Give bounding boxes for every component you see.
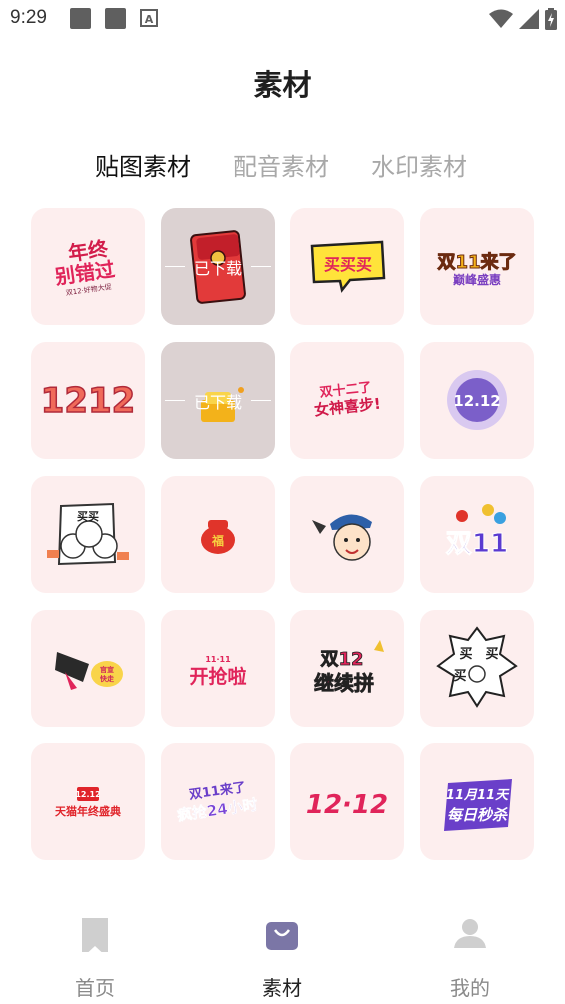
sticker-tile[interactable]: 买 买 买 xyxy=(420,610,534,727)
sticker-tile[interactable]: 双十二了 女神喜步! xyxy=(290,342,404,459)
bottom-nav: 首页 素材 我的 xyxy=(0,900,565,1004)
sticker-image: 12.12 天猫年终盛典 xyxy=(55,787,121,818)
svg-text:开抢啦: 开抢啦 xyxy=(189,665,246,688)
sticker-tile[interactable]: 双11来了 疯抢24小时 xyxy=(161,743,275,860)
nav-label-mine: 我的 xyxy=(450,976,490,1000)
nav-item-mine[interactable]: 我的 xyxy=(410,900,530,1004)
svg-text:每日秒杀: 每日秒杀 xyxy=(447,806,508,824)
notification-a-icon: A xyxy=(140,9,158,27)
sticker-tile[interactable] xyxy=(290,476,404,593)
tab-stickers[interactable]: 贴图素材 xyxy=(95,147,191,182)
sticker-image: 双11来了 巅峰盛惠 xyxy=(437,252,517,288)
sticker-image: 双11 xyxy=(445,504,509,560)
svg-text:巅峰盛惠: 巅峰盛惠 xyxy=(453,272,501,287)
sticker-tile[interactable]: 买买买 xyxy=(290,208,404,325)
sticker-image: 12·12 xyxy=(306,790,388,820)
svg-text:官宣: 官宣 xyxy=(100,665,114,674)
battery-icon xyxy=(545,8,557,30)
tab-bar: 贴图素材 配音素材 水印素材 xyxy=(0,147,565,183)
svg-text:12·12: 12·12 xyxy=(306,790,388,820)
svg-text:双11来了: 双11来了 xyxy=(437,252,516,273)
sticker-image: 买 买 买 xyxy=(436,626,518,708)
wifi-icon xyxy=(489,9,513,28)
svg-text:买: 买 xyxy=(459,647,472,662)
downloaded-label: 已下载 xyxy=(193,393,242,412)
sticker-tile[interactable]: 12.12 xyxy=(420,342,534,459)
svg-text:买: 买 xyxy=(485,647,498,662)
svg-text:疯抢24小时: 疯抢24小时 xyxy=(176,796,259,825)
sticker-tile-downloaded[interactable]: 已下载 xyxy=(161,208,275,325)
sticker-grid: 年终 别错过 双12·好物大促 已下载 买买买 双11来了 巅峰盛惠 1212 … xyxy=(31,208,534,860)
nav-label-home: 首页 xyxy=(75,976,115,1000)
svg-text:双12: 双12 xyxy=(320,649,363,670)
downloaded-label: 已下载 xyxy=(193,259,242,278)
sticker-image: 双11来了 疯抢24小时 xyxy=(176,779,259,825)
sticker-tile[interactable]: 官宣 快走 xyxy=(31,610,145,727)
downloaded-overlay: 已下载 xyxy=(161,342,275,459)
sticker-image: 11·11 开抢啦 xyxy=(189,655,246,688)
svg-text:继续拼: 继续拼 xyxy=(314,671,374,695)
svg-text:买买买: 买买买 xyxy=(324,255,372,274)
nav-item-home[interactable]: 首页 xyxy=(35,900,155,1004)
sticker-image: 双12 继续拼 xyxy=(314,640,384,695)
svg-text:买买: 买买 xyxy=(77,510,99,523)
sticker-tile[interactable]: 双11来了 巅峰盛惠 xyxy=(420,208,534,325)
sticker-tile[interactable]: 双11 xyxy=(420,476,534,593)
svg-text:12.12: 12.12 xyxy=(75,790,100,799)
status-time: 9:29 xyxy=(10,7,47,28)
sticker-image: 买买 xyxy=(47,502,129,566)
svg-text:快走: 快走 xyxy=(100,674,115,683)
sticker-image: 1212 xyxy=(40,380,136,422)
sticker-image: 12.12 xyxy=(447,370,507,430)
notification-icon xyxy=(70,8,91,29)
sticker-tile[interactable]: 11·11 开抢啦 xyxy=(161,610,275,727)
sticker-tile[interactable]: 11月11天 每日秒杀 xyxy=(420,743,534,860)
sticker-tile[interactable]: 福 xyxy=(161,476,275,593)
sticker-tile[interactable]: 12.12 天猫年终盛典 xyxy=(31,743,145,860)
tab-voiceover[interactable]: 配音素材 xyxy=(233,147,329,182)
sticker-image: 福 xyxy=(201,520,235,554)
sticker-image: 双十二了 女神喜步! xyxy=(313,379,381,419)
notification-icon xyxy=(105,8,126,29)
nav-label-materials: 素材 xyxy=(262,976,302,1000)
svg-text:11·11: 11·11 xyxy=(205,655,231,664)
bag-icon xyxy=(266,922,298,950)
notification-a-label: A xyxy=(145,13,154,26)
svg-text:双11: 双11 xyxy=(446,529,508,559)
status-bar: 9:29 A xyxy=(0,0,565,38)
user-icon xyxy=(454,919,486,948)
sticker-tile[interactable]: 买买 xyxy=(31,476,145,593)
svg-text:12.12: 12.12 xyxy=(453,392,500,410)
signal-icon xyxy=(519,9,539,29)
svg-text:天猫年终盛典: 天猫年终盛典 xyxy=(55,804,121,818)
sticker-tile[interactable]: 12·12 xyxy=(290,743,404,860)
sticker-tile-downloaded[interactable]: 已下载 xyxy=(161,342,275,459)
svg-text:福: 福 xyxy=(211,533,224,548)
downloaded-overlay: 已下载 xyxy=(161,208,275,325)
sticker-image: 买买买 xyxy=(310,240,386,293)
svg-text:11月11天: 11月11天 xyxy=(446,788,510,803)
sticker-image: 11月11天 每日秒杀 xyxy=(444,779,512,831)
sticker-tile[interactable]: 年终 别错过 双12·好物大促 xyxy=(31,208,145,325)
nav-item-materials[interactable]: 素材 xyxy=(222,900,342,1004)
svg-text:买: 买 xyxy=(453,669,466,684)
bookmark-icon xyxy=(82,918,108,952)
sticker-tile[interactable]: 1212 xyxy=(31,342,145,459)
page-title: 素材 xyxy=(253,68,312,102)
sticker-tile[interactable]: 双12 继续拼 xyxy=(290,610,404,727)
sticker-image xyxy=(312,514,372,561)
sticker-image: 官宣 快走 xyxy=(55,652,123,690)
svg-text:1212: 1212 xyxy=(41,381,136,421)
tab-watermark[interactable]: 水印素材 xyxy=(371,147,467,182)
sticker-image: 年终 别错过 双12·好物大促 xyxy=(53,236,117,297)
